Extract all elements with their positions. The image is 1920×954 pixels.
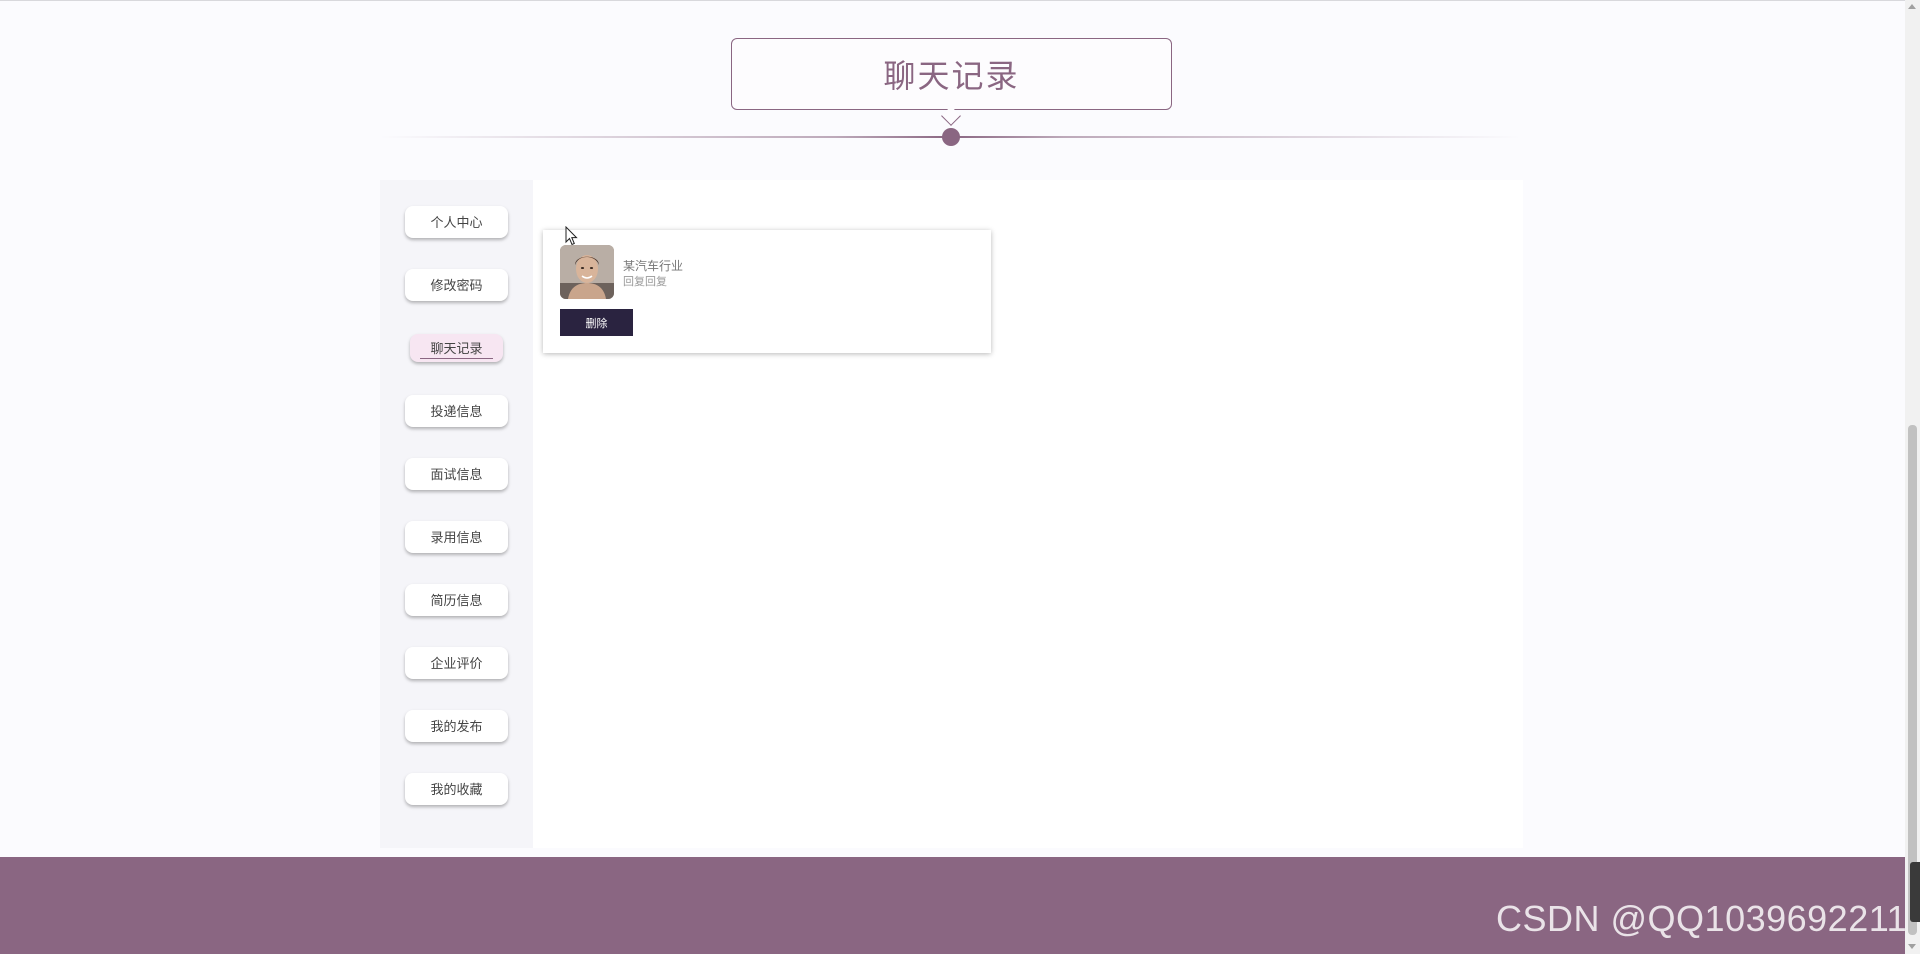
sidebar-item-my-posts[interactable]: 我的发布 <box>405 710 508 742</box>
sidebar-item-chat-records[interactable]: 聊天记录 <box>410 334 503 362</box>
sidebar-item-interview-info[interactable]: 面试信息 <box>405 458 508 490</box>
scroll-up-arrow-icon[interactable] <box>1908 4 1916 9</box>
person-avatar-icon <box>560 245 614 299</box>
sidebar: 个人中心 修改密码 聊天记录 投递信息 面试信息 录用信息 简历信息 企业评价 … <box>380 180 533 848</box>
sidebar-item-label: 录用信息 <box>430 531 483 546</box>
sidebar-item-resume-info[interactable]: 简历信息 <box>405 584 508 616</box>
mouse-cursor-icon <box>565 226 578 246</box>
sidebar-item-my-favorites[interactable]: 我的收藏 <box>405 773 508 805</box>
sidebar-item-label: 企业评价 <box>430 657 483 672</box>
page-scrollbar[interactable] <box>1905 0 1920 954</box>
chat-record-card: 某汽车行业 回复回复 删除 <box>543 230 991 353</box>
page-title-box: 聊天记录 <box>731 38 1172 110</box>
watermark-text: CSDN @QQ1039692211 <box>1496 898 1908 939</box>
sidebar-item-label: 个人中心 <box>430 216 483 231</box>
sidebar-item-delivery-info[interactable]: 投递信息 <box>405 395 508 427</box>
scroll-down-arrow-icon[interactable] <box>1908 944 1916 949</box>
scroll-thumb[interactable] <box>1908 425 1917 935</box>
sidebar-item-hire-info[interactable]: 录用信息 <box>405 521 508 553</box>
sidebar-item-label: 我的收藏 <box>430 783 483 798</box>
top-border <box>0 0 1905 1</box>
chat-sender-name: 某汽车行业 <box>623 259 684 273</box>
sidebar-item-label: 修改密码 <box>430 279 483 294</box>
sidebar-item-label: 聊天记录 <box>420 338 493 359</box>
page-title: 聊天记录 <box>883 57 1020 95</box>
main-content: 个人中心 修改密码 聊天记录 投递信息 面试信息 录用信息 简历信息 企业评价 … <box>380 180 1523 848</box>
sidebar-item-label: 简历信息 <box>430 594 483 609</box>
sidebar-item-label: 投递信息 <box>430 405 483 420</box>
delete-button[interactable]: 删除 <box>560 309 633 336</box>
side-widget-handle[interactable] <box>1910 862 1920 922</box>
title-dot <box>942 128 960 146</box>
sidebar-item-company-review[interactable]: 企业评价 <box>405 647 508 679</box>
chat-message-text: 回复回复 <box>623 275 667 288</box>
sidebar-item-personal-center[interactable]: 个人中心 <box>405 206 508 238</box>
sidebar-item-label: 我的发布 <box>430 720 483 735</box>
sidebar-item-change-password[interactable]: 修改密码 <box>405 269 508 301</box>
sidebar-item-label: 面试信息 <box>430 468 483 483</box>
